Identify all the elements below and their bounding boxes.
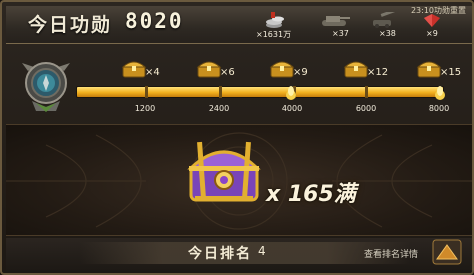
- milestone-lamp-icon: [286, 86, 296, 100]
- gem-count: ×9: [426, 29, 438, 38]
- red-gem-icon: [424, 14, 440, 27]
- view-ranking-details-link[interactable]: 查看排名详情: [364, 247, 418, 260]
- silver-count: ×1631万: [256, 30, 292, 39]
- chest-multiplier: ×9: [293, 67, 308, 78]
- merit-panel: 今日功勋 8020 23:10功勋重置 ×1631万 ×37 ×38 ×9 ×4…: [0, 0, 474, 275]
- segment-divider: [145, 86, 148, 98]
- chest-total-multiplier: x 165满: [266, 176, 356, 208]
- full-indicator: 满: [333, 182, 356, 207]
- silver-coins-icon: [266, 12, 284, 28]
- purple-chest-icon[interactable]: [185, 134, 263, 208]
- milestone-value: 1200: [134, 104, 156, 113]
- milestone-value: 2400: [208, 104, 230, 113]
- collapse-up-button[interactable]: [432, 239, 462, 265]
- rank-value: 4: [258, 244, 266, 258]
- reward-item-gem[interactable]: ×9: [422, 12, 452, 40]
- rank-emblem-icon: [22, 62, 70, 112]
- milestone-value: 4000: [281, 104, 303, 113]
- merit-score: 8020: [125, 9, 184, 33]
- reward-item-artillery[interactable]: ×38: [371, 12, 411, 40]
- artillery-icon: [373, 12, 397, 28]
- reward-item-tank[interactable]: ×37: [320, 12, 360, 40]
- milestone-value: 6000: [355, 104, 377, 113]
- page-title: 今日功勋: [28, 14, 113, 36]
- gold-chest-icon: [343, 61, 369, 78]
- artillery-count: ×38: [379, 29, 396, 38]
- chest-multiplier: ×12: [367, 67, 389, 78]
- gold-chest-icon: [416, 61, 442, 78]
- segment-divider: [365, 86, 368, 98]
- rank-label: 今日排名: [188, 246, 252, 262]
- tank-count: ×37: [332, 29, 349, 38]
- reward-item-silver[interactable]: ×1631万: [256, 12, 324, 40]
- milestone-lamp-icon: [435, 86, 445, 100]
- gold-chest-icon: [121, 61, 147, 78]
- chest-multiplier: ×6: [220, 67, 235, 78]
- chest-multiplier: ×4: [145, 67, 160, 78]
- gold-chest-icon: [196, 61, 222, 78]
- tank-icon: [322, 16, 350, 26]
- merit-progress-fill: [77, 87, 443, 97]
- chest-multiplier: ×15: [440, 67, 462, 78]
- chest-total-count: x 165: [266, 182, 334, 207]
- gold-chest-icon: [269, 61, 295, 78]
- segment-divider: [219, 86, 222, 98]
- milestone-value: 8000: [428, 104, 450, 113]
- merit-progress-bar: [76, 86, 444, 98]
